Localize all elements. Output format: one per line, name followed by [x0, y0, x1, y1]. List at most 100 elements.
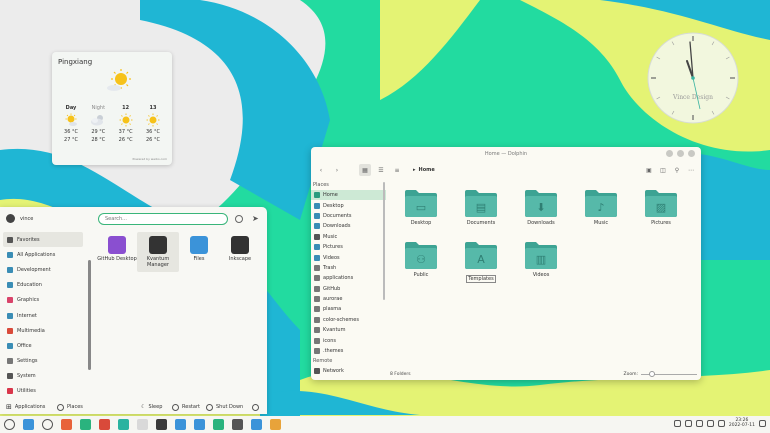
back-icon[interactable]: ‹: [315, 164, 327, 176]
folder-icon[interactable]: [251, 419, 262, 430]
category-item[interactable]: Development: [3, 262, 83, 277]
places-item[interactable]: Desktop: [311, 200, 386, 210]
window-titlebar[interactable]: Home — Dolphin: [311, 147, 701, 161]
volume-icon[interactable]: [717, 419, 725, 427]
menu-icon[interactable]: ⋯: [685, 164, 697, 176]
places-item[interactable]: applications: [311, 273, 386, 283]
video-icon[interactable]: [156, 419, 167, 430]
shutdown-button[interactable]: Shut Down: [206, 403, 243, 411]
places-item[interactable]: GitHub: [311, 284, 386, 294]
details-view-icon[interactable]: ≡: [391, 164, 403, 176]
applications-tab[interactable]: ⊞ Applications: [6, 403, 45, 411]
files-icon[interactable]: [23, 419, 34, 430]
places-item[interactable]: Kvantum: [311, 325, 386, 335]
places-item[interactable]: icons: [311, 335, 386, 345]
folder-item[interactable]: ▤ Documents: [456, 188, 506, 226]
zoom-slider[interactable]: [641, 370, 697, 377]
folder-item[interactable]: ▭ Desktop: [396, 188, 446, 226]
dot-icon[interactable]: [175, 419, 186, 430]
sleep-button[interactable]: ☾ Sleep: [141, 404, 162, 410]
breadcrumb[interactable]: ▸ Home: [413, 167, 435, 173]
discover-icon[interactable]: [118, 419, 129, 430]
app-item[interactable]: Files: [178, 232, 220, 272]
pin-icon[interactable]: ➤: [252, 214, 259, 223]
restart-button[interactable]: Restart: [172, 403, 200, 411]
folder-item[interactable]: ▨ Pictures: [636, 188, 686, 226]
category-item[interactable]: All Applications: [3, 247, 83, 262]
show-desktop-icon[interactable]: [759, 419, 766, 427]
places-item[interactable]: Documents: [311, 211, 386, 221]
updates-icon[interactable]: [695, 419, 703, 427]
svg-text:⬇: ⬇: [536, 201, 545, 214]
taskbar: 23:26 2022-07-11: [0, 416, 770, 433]
category-item[interactable]: System: [3, 369, 83, 384]
places-item-label: .themes: [323, 348, 344, 355]
places-item[interactable]: Home: [311, 190, 386, 201]
search-input[interactable]: [98, 213, 228, 225]
breadcrumb-home[interactable]: Home: [419, 167, 435, 173]
app-item[interactable]: Kvantum Manager: [137, 232, 179, 272]
places-item[interactable]: plasma: [311, 304, 386, 314]
clipboard-icon[interactable]: [684, 419, 692, 427]
close-button[interactable]: [688, 150, 695, 157]
search-icon[interactable]: ⚲: [671, 164, 683, 176]
app-item[interactable]: Inkscape: [219, 232, 261, 272]
folder-item[interactable]: ⚇ Public: [396, 240, 446, 278]
category-item[interactable]: Office: [3, 338, 83, 353]
places-item[interactable]: color-schemes: [311, 315, 386, 325]
forward-icon[interactable]: ›: [331, 164, 343, 176]
places-item[interactable]: Network: [311, 366, 386, 376]
category-item[interactable]: Favorites: [3, 232, 83, 248]
videos-icon: ▥: [525, 242, 557, 269]
places-item[interactable]: Downloads: [311, 221, 386, 231]
configure-icon[interactable]: [235, 215, 243, 223]
monitor-icon[interactable]: [232, 419, 243, 430]
category-label: Graphics: [17, 297, 40, 304]
places-item[interactable]: Videos: [311, 252, 386, 262]
places-item[interactable]: Trash: [311, 263, 386, 273]
places-item[interactable]: Pictures: [311, 242, 386, 252]
category-item[interactable]: Education: [3, 278, 83, 293]
places-item[interactable]: .themes: [311, 346, 386, 356]
avatar[interactable]: [6, 214, 15, 223]
folder-name: Videos: [532, 272, 550, 278]
places-scrollbar[interactable]: [383, 182, 385, 300]
folder-label: Templates: [456, 272, 506, 283]
leave-button[interactable]: [252, 403, 259, 411]
wifi-icon[interactable]: [706, 419, 714, 427]
compact-view-icon[interactable]: ☰: [375, 164, 387, 176]
category-item[interactable]: Multimedia: [3, 323, 83, 338]
settings-icon[interactable]: [80, 419, 91, 430]
folder-item[interactable]: A Templates: [456, 240, 506, 283]
folder-item[interactable]: ▥ Videos: [516, 240, 566, 278]
category-item[interactable]: Graphics: [3, 293, 83, 308]
folder-item[interactable]: ⬇ Downloads: [516, 188, 566, 226]
category-item[interactable]: Settings: [3, 354, 83, 369]
places-item[interactable]: Music: [311, 232, 386, 242]
mail-icon[interactable]: [194, 419, 205, 430]
category-scrollbar[interactable]: [88, 260, 91, 370]
chrome-icon[interactable]: [99, 419, 110, 430]
maximize-button[interactable]: [677, 150, 684, 157]
minimize-button[interactable]: [666, 150, 673, 157]
chrome-icon[interactable]: [270, 419, 281, 430]
category-item[interactable]: Utilities: [3, 384, 83, 399]
zoom-slider-handle[interactable]: [648, 370, 655, 377]
split-view-icon[interactable]: ◫: [657, 164, 669, 176]
places-item[interactable]: aurorae: [311, 294, 386, 304]
icons-view-icon[interactable]: ▦: [359, 164, 371, 176]
steam-icon[interactable]: [42, 419, 53, 430]
places-tab[interactable]: Places: [57, 403, 83, 411]
digital-clock[interactable]: 23:26 2022-07-11: [729, 418, 755, 428]
music-icon: ♪: [585, 190, 617, 217]
preview-icon[interactable]: ▣: [643, 164, 655, 176]
folder-item[interactable]: ♪ Music: [576, 188, 626, 226]
category-item[interactable]: Internet: [3, 308, 83, 323]
music-icon[interactable]: [213, 419, 224, 430]
launcher-icon[interactable]: [4, 419, 15, 430]
shield-icon[interactable]: [673, 419, 681, 427]
firefox-icon[interactable]: [61, 419, 72, 430]
app-item[interactable]: GitHub Desktop: [96, 232, 138, 272]
editor-icon[interactable]: [137, 419, 148, 430]
home-icon: [314, 192, 320, 199]
